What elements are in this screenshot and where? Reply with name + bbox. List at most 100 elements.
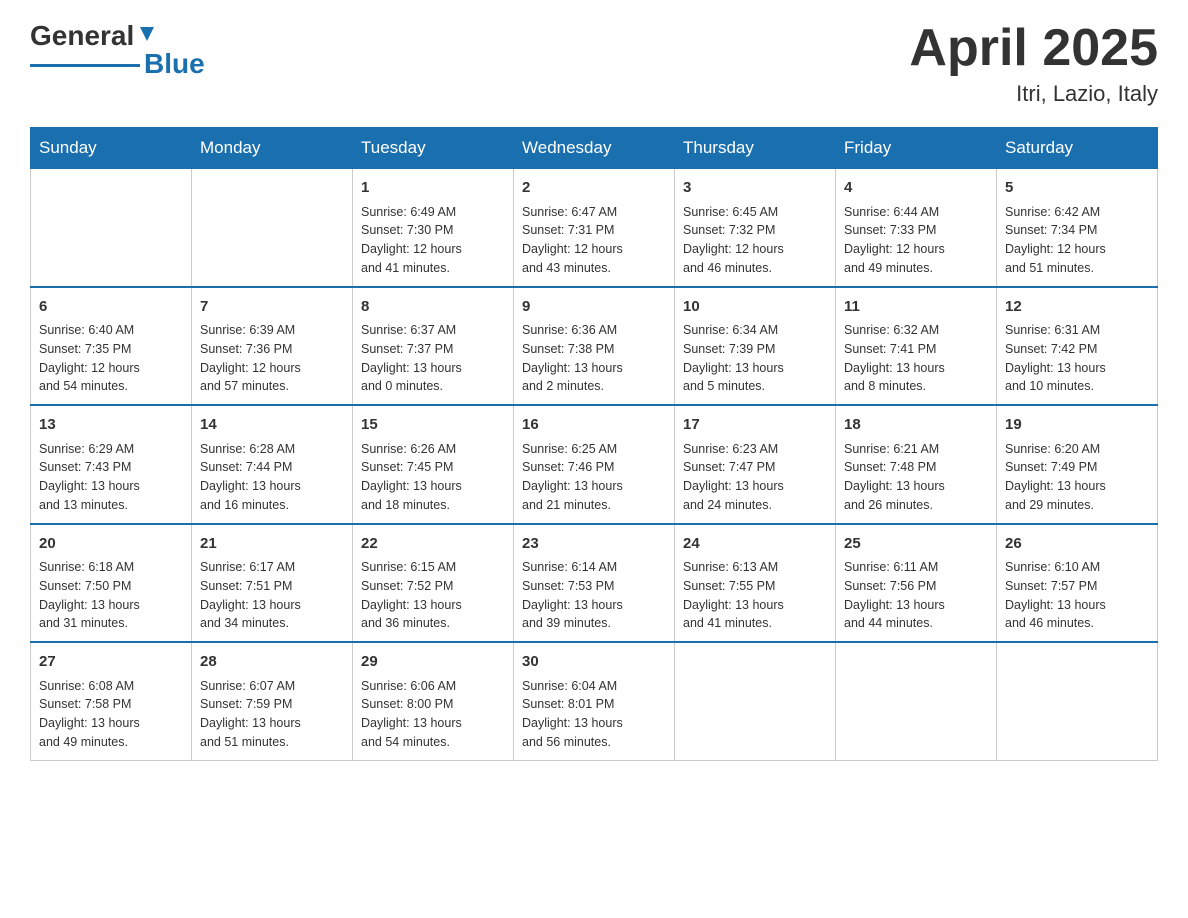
day-info: Sunrise: 6:11 AM Sunset: 7:56 PM Dayligh… <box>844 558 988 633</box>
header-thursday: Thursday <box>675 128 836 169</box>
day-number: 11 <box>844 296 988 319</box>
day-info: Sunrise: 6:25 AM Sunset: 7:46 PM Dayligh… <box>522 440 666 515</box>
day-number: 10 <box>683 296 827 319</box>
title-block: April 2025 Itri, Lazio, Italy <box>909 20 1158 107</box>
day-number: 12 <box>1005 296 1149 319</box>
day-info: Sunrise: 6:13 AM Sunset: 7:55 PM Dayligh… <box>683 558 827 633</box>
day-cell: 21Sunrise: 6:17 AM Sunset: 7:51 PM Dayli… <box>192 524 353 643</box>
day-number: 15 <box>361 414 505 437</box>
day-number: 30 <box>522 651 666 674</box>
day-cell: 3 Sunrise: 6:45 AM Sunset: 7:32 PM Daylig… <box>675 169 836 287</box>
day-number: 4 <box>844 177 988 200</box>
header-tuesday: Tuesday <box>353 128 514 169</box>
day-number: 18 <box>844 414 988 437</box>
day-info: Sunrise: 6:04 AM Sunset: 8:01 PM Dayligh… <box>522 677 666 752</box>
day-info: Sunrise: 6:39 AM Sunset: 7:36 PM Dayligh… <box>200 321 344 396</box>
day-number: 8 <box>361 296 505 319</box>
day-number: 16 <box>522 414 666 437</box>
day-info: Sunrise: 6:32 AM Sunset: 7:41 PM Dayligh… <box>844 321 988 396</box>
calendar: SundayMondayTuesdayWednesdayThursdayFrid… <box>30 127 1158 761</box>
day-info: Sunrise: 6:06 AM Sunset: 8:00 PM Dayligh… <box>361 677 505 752</box>
day-info: Sunrise: 6:08 AM Sunset: 7:58 PM Dayligh… <box>39 677 183 752</box>
day-number: 26 <box>1005 533 1149 556</box>
logo-line <box>30 64 140 67</box>
day-cell: 6Sunrise: 6:40 AM Sunset: 7:35 PM Daylig… <box>31 287 192 406</box>
day-info: Sunrise: 6:34 AM Sunset: 7:39 PM Dayligh… <box>683 321 827 396</box>
day-cell: 20Sunrise: 6:18 AM Sunset: 7:50 PM Dayli… <box>31 524 192 643</box>
header-saturday: Saturday <box>997 128 1158 169</box>
day-cell: 17 Sunrise: 6:23 AM Sunset: 7:47 PM Dayli… <box>675 405 836 524</box>
day-cell: 14 Sunrise: 6:28 AM Sunset: 7:44 PM Dayli… <box>192 405 353 524</box>
day-cell <box>192 169 353 287</box>
day-info: Sunrise: 6:17 AM Sunset: 7:51 PM Dayligh… <box>200 558 344 633</box>
day-number: 6 <box>39 296 183 319</box>
day-cell: 24Sunrise: 6:13 AM Sunset: 7:55 PM Dayli… <box>675 524 836 643</box>
day-info: Sunrise: 6:15 AM Sunset: 7:52 PM Dayligh… <box>361 558 505 633</box>
header-monday: Monday <box>192 128 353 169</box>
day-number: 28 <box>200 651 344 674</box>
day-cell: 30 Sunrise: 6:04 AM Sunset: 8:01 PM Dayli… <box>514 642 675 760</box>
day-number: 1 <box>361 177 505 200</box>
header-wednesday: Wednesday <box>514 128 675 169</box>
week-row-1: 1 Sunrise: 6:49 AM Sunset: 7:30 PM Daylig… <box>31 169 1158 287</box>
day-cell <box>31 169 192 287</box>
day-info: Sunrise: 6:28 AM Sunset: 7:44 PM Dayligh… <box>200 440 344 515</box>
day-cell <box>836 642 997 760</box>
day-number: 14 <box>200 414 344 437</box>
day-info: Sunrise: 6:49 AM Sunset: 7:30 PM Dayligh… <box>361 203 505 278</box>
day-number: 3 <box>683 177 827 200</box>
day-number: 17 <box>683 414 827 437</box>
day-info: Sunrise: 6:29 AM Sunset: 7:43 PM Dayligh… <box>39 440 183 515</box>
day-info: Sunrise: 6:42 AM Sunset: 7:34 PM Dayligh… <box>1005 203 1149 278</box>
day-number: 9 <box>522 296 666 319</box>
day-cell: 15 Sunrise: 6:26 AM Sunset: 7:45 PM Dayli… <box>353 405 514 524</box>
day-cell: 1 Sunrise: 6:49 AM Sunset: 7:30 PM Daylig… <box>353 169 514 287</box>
day-cell: 13Sunrise: 6:29 AM Sunset: 7:43 PM Dayli… <box>31 405 192 524</box>
day-cell: 16 Sunrise: 6:25 AM Sunset: 7:46 PM Dayli… <box>514 405 675 524</box>
header-sunday: Sunday <box>31 128 192 169</box>
day-number: 5 <box>1005 177 1149 200</box>
day-info: Sunrise: 6:26 AM Sunset: 7:45 PM Dayligh… <box>361 440 505 515</box>
day-cell: 22Sunrise: 6:15 AM Sunset: 7:52 PM Dayli… <box>353 524 514 643</box>
day-cell: 2 Sunrise: 6:47 AM Sunset: 7:31 PM Daylig… <box>514 169 675 287</box>
day-info: Sunrise: 6:37 AM Sunset: 7:37 PM Dayligh… <box>361 321 505 396</box>
day-info: Sunrise: 6:07 AM Sunset: 7:59 PM Dayligh… <box>200 677 344 752</box>
week-row-3: 13Sunrise: 6:29 AM Sunset: 7:43 PM Dayli… <box>31 405 1158 524</box>
week-row-4: 20Sunrise: 6:18 AM Sunset: 7:50 PM Dayli… <box>31 524 1158 643</box>
day-number: 29 <box>361 651 505 674</box>
day-cell: 11Sunrise: 6:32 AM Sunset: 7:41 PM Dayli… <box>836 287 997 406</box>
day-info: Sunrise: 6:14 AM Sunset: 7:53 PM Dayligh… <box>522 558 666 633</box>
day-number: 7 <box>200 296 344 319</box>
day-number: 20 <box>39 533 183 556</box>
day-cell: 12Sunrise: 6:31 AM Sunset: 7:42 PM Dayli… <box>997 287 1158 406</box>
page-header: General Blue April 2025 Itri, Lazio, Ita… <box>30 20 1158 107</box>
day-cell: 4 Sunrise: 6:44 AM Sunset: 7:33 PM Daylig… <box>836 169 997 287</box>
day-info: Sunrise: 6:18 AM Sunset: 7:50 PM Dayligh… <box>39 558 183 633</box>
day-cell: 25Sunrise: 6:11 AM Sunset: 7:56 PM Dayli… <box>836 524 997 643</box>
day-cell <box>997 642 1158 760</box>
day-number: 22 <box>361 533 505 556</box>
day-cell: 18 Sunrise: 6:21 AM Sunset: 7:48 PM Dayli… <box>836 405 997 524</box>
day-info: Sunrise: 6:44 AM Sunset: 7:33 PM Dayligh… <box>844 203 988 278</box>
logo: General Blue <box>30 20 205 80</box>
day-cell <box>675 642 836 760</box>
day-cell: 8Sunrise: 6:37 AM Sunset: 7:37 PM Daylig… <box>353 287 514 406</box>
day-info: Sunrise: 6:47 AM Sunset: 7:31 PM Dayligh… <box>522 203 666 278</box>
day-number: 23 <box>522 533 666 556</box>
day-number: 19 <box>1005 414 1149 437</box>
day-info: Sunrise: 6:45 AM Sunset: 7:32 PM Dayligh… <box>683 203 827 278</box>
day-number: 2 <box>522 177 666 200</box>
days-header-row: SundayMondayTuesdayWednesdayThursdayFrid… <box>31 128 1158 169</box>
day-number: 27 <box>39 651 183 674</box>
header-friday: Friday <box>836 128 997 169</box>
day-info: Sunrise: 6:20 AM Sunset: 7:49 PM Dayligh… <box>1005 440 1149 515</box>
day-cell: 28 Sunrise: 6:07 AM Sunset: 7:59 PM Dayli… <box>192 642 353 760</box>
day-info: Sunrise: 6:40 AM Sunset: 7:35 PM Dayligh… <box>39 321 183 396</box>
day-info: Sunrise: 6:23 AM Sunset: 7:47 PM Dayligh… <box>683 440 827 515</box>
week-row-5: 27 Sunrise: 6:08 AM Sunset: 7:58 PM Dayli… <box>31 642 1158 760</box>
day-cell: 10Sunrise: 6:34 AM Sunset: 7:39 PM Dayli… <box>675 287 836 406</box>
day-info: Sunrise: 6:21 AM Sunset: 7:48 PM Dayligh… <box>844 440 988 515</box>
day-number: 25 <box>844 533 988 556</box>
location: Itri, Lazio, Italy <box>909 81 1158 107</box>
logo-triangle-icon <box>136 23 158 45</box>
